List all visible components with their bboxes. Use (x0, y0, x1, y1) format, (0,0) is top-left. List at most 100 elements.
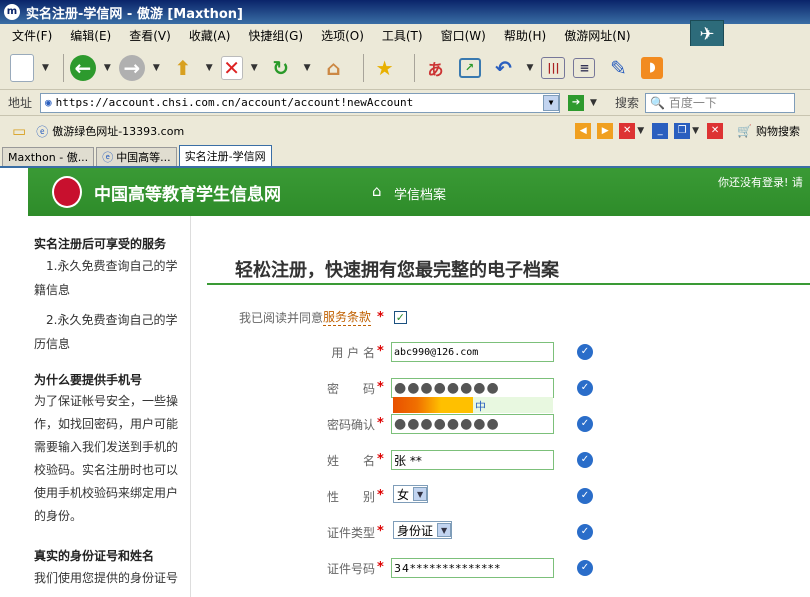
menu-edit[interactable]: 编辑(E) (70, 27, 111, 44)
menu-window[interactable]: 窗口(W) (441, 27, 486, 44)
valid-check-icon: ✓ (577, 344, 593, 360)
address-bar: 地址 ◉ https://account.chsi.com.cn/account… (0, 90, 810, 116)
tab-maxthon[interactable]: Maxthon - 傲... (2, 147, 95, 166)
fullscreen-icon[interactable]: ↗ (458, 57, 481, 78)
confirm-password-label: 密码确认 (326, 418, 375, 432)
menu-file[interactable]: 文件(F) (12, 27, 52, 44)
required-mark: * (377, 560, 384, 575)
chevron-down-icon[interactable]: ▼ (637, 126, 644, 136)
valid-check-icon: ✓ (577, 416, 593, 432)
edit-icon[interactable]: ✎ (603, 53, 633, 83)
stop-icon[interactable]: ✕ (220, 55, 243, 80)
translate-icon[interactable]: あ (421, 53, 451, 83)
chevron-down-icon[interactable]: ▼ (104, 63, 111, 73)
columns-icon[interactable]: ||| (541, 56, 566, 79)
valid-check-icon: ✓ (577, 524, 593, 540)
home-icon[interactable]: ⌂ (319, 53, 349, 83)
nav-link-archive[interactable]: 学信档案 (394, 184, 446, 203)
chevron-down-icon[interactable]: ▼ (413, 487, 428, 501)
id-type-select[interactable]: 身份证 ▼ (393, 521, 453, 539)
login-status: 你还没有登录! 请 (718, 176, 803, 189)
web-page: 中国高等教育学生信息网 ⌂ 学信档案 你还没有登录! 请 实名注册后可享受的服务… (0, 168, 810, 597)
tab-label: 中国高等... (116, 151, 171, 164)
sidebar-heading: 实名注册后可享受的服务 (34, 237, 167, 251)
chevron-down-icon[interactable]: ▼ (206, 63, 213, 73)
restore-icon[interactable]: ❐ (674, 123, 691, 139)
required-mark: * (377, 344, 384, 359)
fav-site-link[interactable]: 傲游绿色网址-13393.com (52, 123, 184, 139)
chevron-down-icon[interactable]: ▼ (42, 63, 49, 73)
tab-register[interactable]: 实名注册-学信网 (178, 145, 272, 166)
menu-groups[interactable]: 快捷组(G) (248, 27, 303, 44)
folder-icon[interactable]: ▭ (12, 122, 26, 140)
menu-view[interactable]: 查看(V) (129, 27, 171, 44)
forward-icon[interactable]: → (118, 54, 145, 81)
confirm-password-input[interactable]: ●●●●●●●● (391, 414, 554, 434)
chevron-down-icon[interactable]: ▼ (251, 63, 258, 73)
star-icon[interactable]: ★ (370, 53, 400, 83)
username-input[interactable]: abc990@126.com (391, 342, 554, 362)
form-title: 轻松注册，快速拥有您最完整的电子档案 (235, 260, 559, 281)
chevron-down-icon[interactable]: ▼ (692, 126, 699, 136)
username-label: 用 户 名 (331, 346, 375, 360)
confirm-password-value: ●●●●●●●● (394, 416, 500, 432)
shopping-search-link[interactable]: 购物搜索 (756, 123, 800, 139)
username-value: abc990@126.com (394, 346, 479, 358)
agree-checkbox[interactable]: ✓ (393, 310, 407, 324)
toolbar-divider (413, 53, 415, 82)
close-window-icon[interactable]: ✕ (707, 123, 724, 139)
required-mark: * (377, 452, 384, 467)
go-icon[interactable]: ➔ (568, 94, 585, 111)
url-text: https://account.chsi.com.cn/account/acco… (55, 96, 414, 109)
name-label: 姓 名 (326, 454, 375, 468)
gender-select[interactable]: 女 ▼ (393, 485, 429, 503)
valid-check-icon: ✓ (577, 560, 593, 576)
chevron-down-icon[interactable]: ▼ (153, 63, 160, 73)
chevron-down-icon[interactable]: ▼ (590, 98, 597, 108)
required-mark: * (377, 380, 384, 395)
search-input[interactable]: 🔍 百度一下 (644, 92, 795, 113)
valid-check-icon: ✓ (577, 380, 593, 396)
scroll-right-icon[interactable]: ▶ (597, 123, 614, 139)
sidebar-paragraph: 我们使用您提供的身份证号 (34, 571, 179, 585)
menu-options[interactable]: 选项(O) (321, 27, 364, 44)
name-input[interactable]: 张 ** (391, 450, 554, 470)
chevron-down-icon[interactable]: ▼ (437, 523, 452, 537)
password-input[interactable]: ●●●●●●●● (391, 378, 554, 398)
list-icon[interactable]: ≡ (573, 57, 596, 78)
id-type-value: 身份证 (397, 523, 434, 538)
tab-bar: Maxthon - 傲... ⓔ 中国高等... 实名注册-学信网 (0, 145, 810, 168)
sidebar-item: 1.永久免费查询自己的学籍信息 (34, 259, 178, 297)
toolbar-divider (62, 53, 64, 82)
undo-icon[interactable]: ↶ (489, 53, 519, 83)
menu-favorites[interactable]: 收藏(A) (189, 27, 231, 44)
search-icon: 🔍 (649, 95, 665, 110)
site-header: 中国高等教育学生信息网 ⌂ 学信档案 你还没有登录! 请 (28, 168, 810, 216)
id-type-label: 证件类型 (326, 526, 375, 540)
chevron-down-icon[interactable]: ▼ (527, 63, 534, 73)
tab-chsi[interactable]: ⓔ 中国高等... (96, 147, 177, 166)
new-page-icon[interactable] (10, 53, 34, 82)
minimize-icon[interactable]: _ (652, 123, 669, 139)
required-mark: * (377, 524, 384, 539)
menu-help[interactable]: 帮助(H) (504, 27, 546, 44)
rss-icon[interactable]: ◗ (641, 56, 664, 79)
home-icon: ⌂ (372, 182, 382, 200)
search-placeholder: 百度一下 (668, 96, 717, 110)
strength-fill (393, 397, 473, 413)
up-icon[interactable]: ⬆ (168, 53, 198, 83)
url-dropdown-icon[interactable]: ▼ (543, 94, 560, 111)
back-icon[interactable]: ← (69, 54, 96, 81)
terms-link[interactable]: 服务条款 (323, 308, 372, 326)
gender-value: 女 (397, 487, 410, 502)
scroll-left-icon[interactable]: ◀ (575, 123, 592, 139)
chevron-down-icon[interactable]: ▼ (304, 63, 311, 73)
url-input[interactable]: ◉ https://account.chsi.com.cn/account/ac… (40, 92, 561, 113)
id-number-input[interactable]: 34************** (391, 558, 554, 578)
refresh-icon[interactable]: ↻ (266, 53, 296, 83)
close-tab-icon[interactable]: ✕ (619, 123, 636, 139)
valid-check-icon: ✓ (577, 452, 593, 468)
ie-page-icon: ⓔ (36, 124, 49, 139)
menu-maxthon-sites[interactable]: 傲游网址(N) (564, 27, 630, 44)
menu-tools[interactable]: 工具(T) (382, 27, 423, 44)
